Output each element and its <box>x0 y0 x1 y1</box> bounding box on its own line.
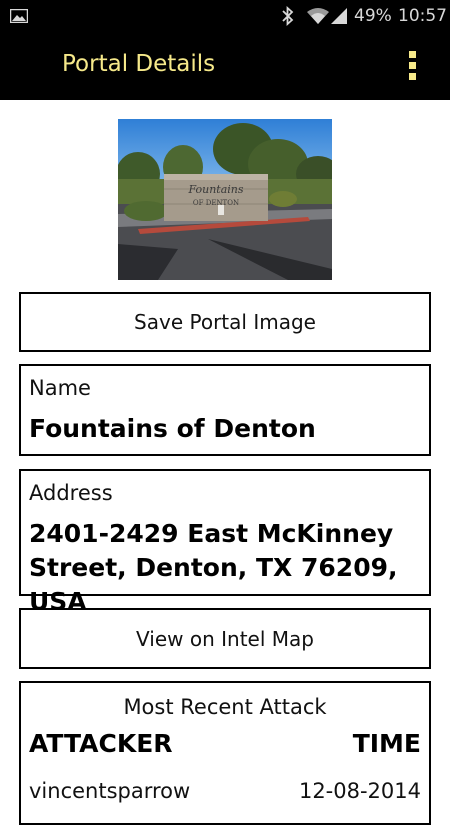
action-bar: Portal Details <box>0 33 450 100</box>
most-recent-attack-title: Most Recent Attack <box>123 695 327 719</box>
attack-time: 12-08-2014 <box>298 779 421 803</box>
most-recent-attack-panel: Most Recent Attack ATTACKER TIME vincent… <box>19 681 431 825</box>
name-label: Name <box>29 376 91 400</box>
bluetooth-icon <box>282 6 294 26</box>
status-bar: 49% 10:57 <box>0 0 450 33</box>
address-line-1: 2401-2429 East McKinney <box>29 519 394 548</box>
image-notification-icon <box>10 9 28 23</box>
sign-text-line2: OF DENTON <box>193 199 239 207</box>
view-on-intel-map-label: View on Intel Map <box>136 626 314 651</box>
portal-photo: Fountains OF DENTON <box>118 119 332 280</box>
attacker-name: vincentsparrow <box>29 779 191 803</box>
save-portal-image-label: Save Portal Image <box>134 310 316 334</box>
sign-text-line1: Fountains <box>187 183 243 196</box>
battery-percentage: 49% <box>354 6 392 26</box>
time-column-header: TIME <box>352 729 421 758</box>
overflow-menu-icon[interactable] <box>404 51 420 83</box>
cell-signal-icon <box>331 8 347 24</box>
name-field: Name Fountains of Denton <box>19 364 431 456</box>
wifi-icon <box>307 8 329 24</box>
address-value: 2401-2429 East McKinney Street, Denton, … <box>29 517 429 619</box>
portal-name-value: Fountains of Denton <box>29 414 316 443</box>
clock: 10:57 <box>398 6 447 26</box>
page-title: Portal Details <box>62 51 216 77</box>
address-field: Address 2401-2429 East McKinney Street, … <box>19 469 431 616</box>
save-portal-image-button[interactable]: Save Portal Image <box>19 292 431 352</box>
attacker-column-header: ATTACKER <box>29 729 173 758</box>
view-on-intel-map-button[interactable]: View on Intel Map <box>19 608 431 669</box>
address-label: Address <box>29 481 113 505</box>
